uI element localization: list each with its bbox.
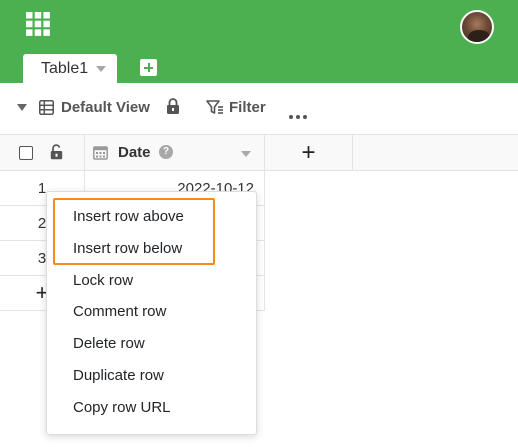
avatar[interactable] [460, 10, 494, 44]
menu-item-comment-row[interactable]: Comment row [73, 303, 166, 320]
menu-item-delete-row[interactable]: Delete row [73, 335, 145, 352]
chevron-down-icon[interactable] [96, 65, 107, 72]
menu-item-lock-row[interactable]: Lock row [73, 272, 133, 289]
menu-item-duplicate-row[interactable]: Duplicate row [73, 367, 164, 384]
select-all-checkbox[interactable] [19, 146, 33, 160]
add-table-icon[interactable] [140, 59, 157, 76]
tab-label: Table1 [41, 59, 89, 77]
lock-icon[interactable] [166, 98, 180, 120]
unlock-icon [50, 144, 63, 165]
filter-button[interactable]: Filter [229, 99, 266, 116]
apps-grid-icon[interactable] [26, 12, 50, 36]
table-view-icon [39, 100, 54, 120]
column-label: Date [118, 144, 151, 161]
tab-table1[interactable]: Table1 [23, 54, 117, 83]
menu-item-copy-row-url[interactable]: Copy row URL [73, 399, 171, 416]
collapse-caret-icon[interactable] [17, 104, 27, 111]
menu-item-insert-row-above[interactable]: Insert row above [73, 208, 184, 225]
header-filler [353, 134, 518, 171]
app-header: Table1 [0, 0, 518, 83]
column-menu-caret-icon[interactable] [241, 151, 251, 157]
help-icon[interactable]: ? [159, 145, 173, 159]
row-context-menu: Insert row above Insert row below Lock r… [46, 191, 257, 435]
column-header-date[interactable]: Date ? [85, 134, 265, 171]
menu-item-insert-row-below[interactable]: Insert row below [73, 240, 182, 257]
row-select-header [0, 134, 85, 171]
view-name[interactable]: Default View [61, 99, 150, 116]
filter-icon [206, 100, 224, 120]
more-icon[interactable] [289, 106, 310, 124]
add-column-button[interactable]: + [265, 134, 353, 171]
view-toolbar: Default View Filter [0, 83, 518, 134]
calendar-icon [93, 145, 108, 165]
